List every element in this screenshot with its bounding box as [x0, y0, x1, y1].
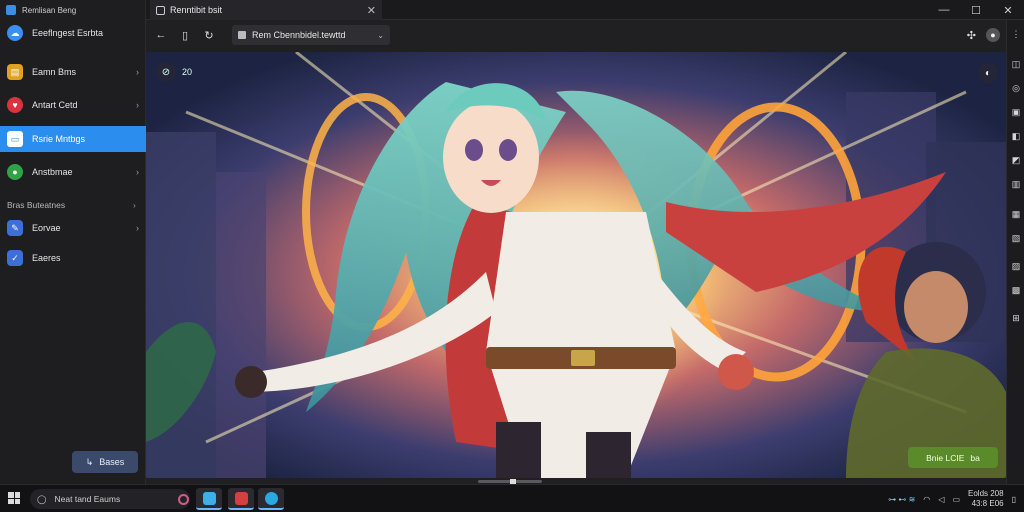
page-icon	[238, 31, 246, 39]
rail-icon-9[interactable]: ▨	[1010, 260, 1022, 272]
sidebar-header: Remlisan Beng	[0, 2, 145, 18]
grid-icon[interactable]: ⋮	[1010, 28, 1022, 40]
system-tray: ⊶ ⊷ ≋ ◠ ◁ ▭ Eolds 208 43:8 E06 ▯	[888, 489, 1016, 509]
sidebar-item-4[interactable]: ● Anstbmae ›	[0, 159, 146, 185]
blue-check-icon: ✓	[7, 250, 23, 266]
tray-icons[interactable]: ⊶ ⊷ ≋	[888, 495, 915, 504]
windows-start-icon[interactable]	[8, 492, 20, 504]
edge-browser-icon	[264, 491, 278, 505]
blue-cloud-icon: ☁	[7, 25, 23, 41]
refresh-icon[interactable]: ↻	[200, 26, 218, 44]
maximize-button[interactable]: ☐	[960, 0, 992, 20]
chevron-right-icon: ›	[136, 67, 139, 77]
rail-icon-10[interactable]: ▩	[1010, 284, 1022, 296]
app-logo-icon	[6, 5, 16, 15]
app-window: Remlisan Beng ☁ Eeeflngest Esrbta ▤ Eamn…	[0, 0, 1024, 484]
tab-favicon-icon	[156, 5, 165, 15]
address-text: Rem Cbennbidel.tewttd	[252, 30, 346, 40]
address-bar[interactable]: Rem Cbennbidel.tewttd ⌄	[232, 25, 390, 45]
back-button[interactable]: ←	[152, 26, 170, 44]
window-controls: — ☐ ✕	[928, 0, 1024, 20]
volume-icon[interactable]: ◁	[938, 495, 944, 504]
exit-icon: ↳	[85, 456, 94, 467]
image-badge-count: 20	[182, 67, 193, 77]
taskbar-search-text: Neat tand Eaums	[54, 494, 121, 504]
rail-icon-8[interactable]: ▧	[1010, 232, 1022, 244]
red-heart-icon: ♥	[7, 97, 23, 113]
tab-title: Renntibit bsit	[170, 5, 223, 15]
sidebar-app-title: Remlisan Beng	[22, 5, 77, 15]
sidebar-item-label: Antart Cetd	[32, 100, 78, 110]
pink-app-icon	[177, 493, 189, 505]
taskbar-search[interactable]: ◯ Neat tand Eaums	[30, 489, 190, 509]
rail-icon-1[interactable]: ◫	[1010, 58, 1022, 70]
clock[interactable]: Eolds 208 43:8 E06	[968, 489, 1004, 509]
taskbar-app-0[interactable]	[170, 488, 196, 510]
image-badge[interactable]: ⊘ 20	[156, 62, 192, 82]
sidebar-item-3-active[interactable]: ▭ Rsrie Mntbgs	[0, 126, 146, 152]
profile-icon[interactable]: ●	[986, 28, 1000, 42]
block-icon: ⊘	[156, 62, 176, 82]
rail-icon-5[interactable]: ◩	[1010, 154, 1022, 166]
right-rail: ⋮ ◫ ◎ ▣ ◧ ◩ ▥ ▦ ▧ ▨ ▩ ⊞	[1006, 20, 1024, 484]
close-window-button[interactable]: ✕	[992, 0, 1024, 20]
chevron-right-icon: ›	[136, 100, 139, 110]
sidebar-item-6[interactable]: ✓ Eaeres	[0, 245, 146, 271]
minimize-button[interactable]: —	[928, 0, 960, 20]
battery-icon[interactable]: ▭	[952, 495, 960, 504]
image-action-pill[interactable]: Bnie LCIE ba	[908, 447, 998, 468]
image-action-label: Bnie LCIE	[926, 452, 965, 463]
taskbar-app-3[interactable]	[258, 488, 284, 510]
sidebar-item-1[interactable]: ▤ Eamn Bms ›	[0, 59, 146, 85]
tab-strip: Renntibit bsit ✕ — ☐ ✕	[146, 0, 1024, 20]
copy-icon[interactable]: ▯	[176, 26, 194, 44]
blue-pen-icon: ✎	[7, 220, 23, 236]
sidebar: Remlisan Beng ☁ Eeeflngest Esrbta ▤ Eamn…	[0, 0, 146, 484]
rail-icon-11[interactable]: ⊞	[1010, 312, 1022, 324]
corner-toggle-icon[interactable]: ◐	[978, 63, 998, 83]
rail-icon-2[interactable]: ◎	[1010, 82, 1022, 94]
red-app-icon	[234, 491, 248, 505]
browser-tab[interactable]: Renntibit bsit ✕	[150, 0, 382, 20]
chevron-right-icon: ›	[136, 223, 139, 233]
taskbar-app-1[interactable]	[196, 488, 222, 510]
rail-icon-6[interactable]: ▥	[1010, 178, 1022, 190]
chevron-down-icon[interactable]: ⌄	[377, 31, 384, 40]
search-icon: ◯	[37, 493, 47, 504]
artwork-image	[146, 52, 1006, 478]
taskbar-app-2[interactable]	[228, 488, 254, 510]
window-icon: ▭	[7, 131, 23, 147]
anime-illustration	[146, 52, 1006, 478]
chevron-right-icon: ›	[133, 200, 136, 210]
sidebar-bottom-button-label: Bases	[99, 457, 125, 467]
sidebar-item-label: Anstbmae	[32, 167, 73, 177]
sidebar-item-5[interactable]: ✎ Eorvae ›	[0, 215, 146, 241]
yellow-box-icon: ▤	[7, 64, 23, 80]
clock-line-2: 43:8 E06	[971, 499, 1004, 508]
clock-line-1: Eolds 208	[968, 489, 1004, 498]
blue-app-icon	[202, 491, 216, 505]
rail-icon-4[interactable]: ◧	[1010, 130, 1022, 142]
notification-icon[interactable]: ▯	[1012, 495, 1016, 504]
taskbar: ◯ Neat tand Eaums ⊶ ⊷ ≋ ◠ ◁ ▭ Eolds 208 …	[0, 484, 1024, 512]
image-action-suffix: ba	[970, 452, 980, 463]
sidebar-item-label: Eaeres	[32, 253, 61, 263]
sidebar-section-label: Bras Buteatnes	[7, 200, 66, 210]
sidebar-item-2[interactable]: ♥ Antart Cetd ›	[0, 92, 146, 118]
toolbar-right: ✣ ●	[967, 28, 1000, 42]
puzzle-icon[interactable]: ✣	[967, 29, 976, 42]
sidebar-item-0[interactable]: ☁ Eeeflngest Esrbta	[0, 20, 146, 46]
chevron-right-icon: ›	[136, 167, 139, 177]
navigation-bar: ← ▯ ↻ Rem Cbennbidel.tewttd ⌄ ✣ ●	[146, 20, 1006, 50]
green-circle-icon: ●	[7, 164, 23, 180]
wifi-icon[interactable]: ◠	[923, 495, 930, 504]
sidebar-bottom-button[interactable]: ↳ Bases	[72, 451, 138, 473]
sidebar-item-label: Eeeflngest Esrbta	[32, 28, 104, 38]
rail-icon-7[interactable]: ▦	[1010, 208, 1022, 220]
sidebar-item-label: Eamn Bms	[32, 67, 77, 77]
sidebar-item-label: Rsrie Mntbgs	[32, 134, 86, 144]
sidebar-item-label: Eorvae	[32, 223, 61, 233]
rail-icon-3[interactable]: ▣	[1010, 106, 1022, 118]
tab-close-icon[interactable]: ✕	[367, 4, 376, 17]
